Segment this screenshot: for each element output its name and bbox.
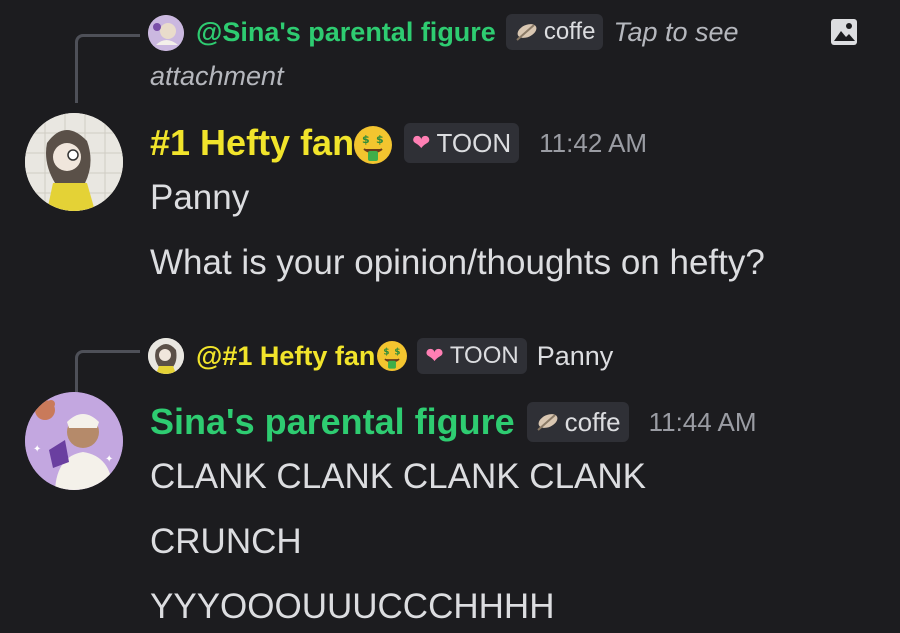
message-line: YYYOOOUUUCCCHHHH	[150, 587, 555, 626]
author-name[interactable]: #1 Hefty fan $ $	[150, 121, 393, 165]
reply-mention[interactable]: @#1 Hefty fan $ $	[196, 341, 408, 372]
svg-text:$: $	[376, 133, 384, 146]
svg-text:$: $	[384, 347, 390, 357]
message-line: CRUNCH	[150, 522, 302, 561]
svg-text:$: $	[395, 347, 401, 357]
role-tag: coffe	[505, 14, 604, 50]
reply-preview-text: Panny	[536, 340, 614, 371]
reply-connector	[75, 34, 140, 103]
reply-preview-text: Tap to see	[613, 16, 739, 47]
message-header: #1 Hefty fan $ $ ❤ TOON 11:42 AM	[150, 121, 647, 165]
role-tag: ❤ TOON	[417, 338, 527, 374]
timestamp: 11:44 AM	[648, 406, 757, 437]
avatar[interactable]	[25, 113, 123, 211]
svg-text:$: $	[362, 133, 370, 146]
role-tag: ❤ TOON	[404, 123, 520, 163]
feather-icon	[516, 24, 537, 41]
feather-icon	[537, 414, 558, 431]
money-mouth-face-emoji: $ $	[354, 126, 393, 165]
reply-mention[interactable]: @Sina's parental figure	[196, 17, 496, 48]
avatar[interactable]: ✦ ✦	[25, 392, 123, 490]
timestamp: 11:42 AM	[539, 127, 648, 158]
pink-heart-icon: ❤	[412, 130, 431, 155]
svg-text:✦: ✦	[105, 454, 113, 465]
reply-preview[interactable]: @#1 Hefty fan $ $ ❤ TOON Panny	[196, 338, 613, 374]
message-line: What is your opinion/thoughts on hefty?	[150, 243, 765, 282]
author-name[interactable]: Sina's parental figure	[150, 400, 515, 444]
image-icon[interactable]	[829, 17, 859, 47]
reply-connector	[75, 350, 140, 395]
message-line: CLANK CLANK CLANK CLANK	[150, 457, 646, 496]
role-tag: coffe	[526, 402, 629, 442]
money-mouth-face-emoji: $ $	[377, 341, 408, 371]
message-header: Sina's parental figure coffe 11:44 AM	[150, 400, 757, 444]
reply-avatar[interactable]	[148, 15, 184, 51]
svg-text:✦: ✦	[33, 444, 41, 455]
reply-avatar[interactable]	[148, 338, 184, 374]
message-line: Panny	[150, 178, 250, 217]
pink-heart-icon: ❤	[425, 343, 444, 368]
reply-preview[interactable]: @Sina's parental figure coffe Tap to see	[196, 14, 739, 50]
reply-preview-text-cont: attachment	[150, 61, 284, 91]
